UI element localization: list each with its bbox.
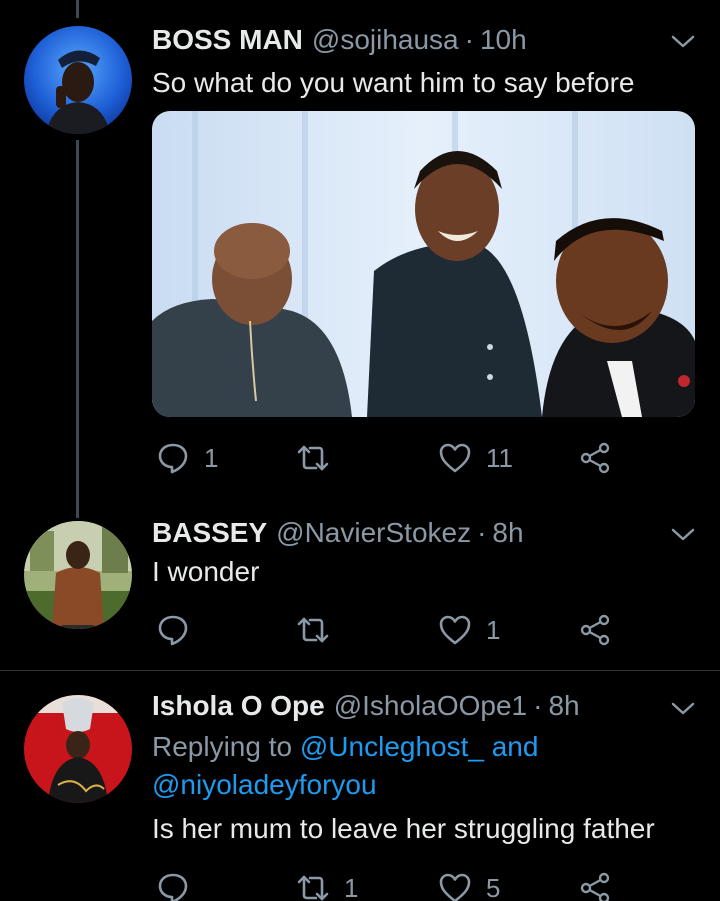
tweet-3-body: Ishola O Ope @IsholaOOpe1 · 8h Replying … — [152, 688, 700, 848]
reply-icon — [158, 873, 188, 901]
reply-button[interactable] — [156, 610, 204, 650]
timestamp[interactable]: 10h — [480, 22, 527, 58]
separator-dot: · — [477, 517, 487, 548]
replying-to-label: Replying to — [152, 731, 293, 762]
retweet-button[interactable]: 1 — [296, 868, 358, 901]
replying-and-link[interactable]: and — [492, 731, 539, 762]
display-name[interactable]: BOSS MAN — [152, 22, 303, 58]
tweet-2-actions: 1 — [152, 610, 622, 650]
reply-count: 1 — [204, 442, 219, 473]
mention-link[interactable]: @Uncleghost_ — [300, 731, 484, 762]
like-count: 5 — [486, 872, 501, 901]
separator-dot: · — [464, 24, 474, 55]
like-button[interactable]: 1 — [438, 610, 500, 650]
like-button[interactable]: 5 — [438, 868, 500, 901]
like-icon — [439, 615, 471, 645]
chevron-down-icon[interactable] — [668, 519, 698, 549]
like-button[interactable]: 11 — [438, 438, 513, 478]
avatar-bassey[interactable] — [24, 521, 132, 629]
reply-button[interactable] — [156, 868, 204, 901]
like-icon — [439, 443, 471, 473]
tweet-text: I wonder — [152, 556, 260, 587]
user-handle[interactable]: @IsholaOOpe1 — [334, 688, 527, 724]
like-icon — [439, 873, 471, 901]
reply-button[interactable]: 1 — [156, 438, 218, 478]
share-button[interactable] — [578, 610, 612, 650]
tweet-media-image[interactable] — [152, 111, 695, 417]
display-name[interactable]: Ishola O Ope — [152, 688, 325, 724]
share-icon — [580, 614, 610, 646]
tweet-2-header: BASSEY @NavierStokez · 8h — [152, 515, 700, 551]
timestamp[interactable]: 8h — [492, 515, 523, 551]
chevron-down-icon[interactable] — [668, 693, 698, 723]
retweet-icon — [297, 445, 329, 471]
share-button[interactable] — [578, 438, 612, 478]
retweet-icon — [297, 875, 329, 901]
chevron-down-icon[interactable] — [668, 26, 698, 56]
retweet-button[interactable] — [296, 438, 344, 478]
tweet-1-header: BOSS MAN @sojihausa · 10h — [152, 22, 700, 58]
retweet-icon — [297, 617, 329, 643]
mention-link[interactable]: @niyoladeyforyou — [152, 769, 377, 800]
tweet-text: Is her mum to leave her struggling fathe… — [152, 813, 655, 844]
separator-dot: · — [533, 690, 543, 721]
retweet-button[interactable] — [296, 610, 344, 650]
tweet-3-header: Ishola O Ope @IsholaOOpe1 · 8h — [152, 688, 700, 724]
tweet-3-actions: 1 5 — [152, 868, 622, 901]
avatar-ishola[interactable] — [24, 695, 132, 803]
replying-to: Replying to @Uncleghost_ and @niyoladeyf… — [152, 728, 700, 804]
share-icon — [580, 442, 610, 474]
share-button[interactable] — [578, 868, 612, 901]
reply-icon — [158, 443, 188, 474]
user-handle[interactable]: @NavierStokez — [276, 515, 471, 551]
avatar-boss-man[interactable] — [24, 26, 132, 134]
retweet-count: 1 — [344, 872, 359, 901]
tweet-2[interactable]: BASSEY @NavierStokez · 8h I wonder 1 — [0, 505, 720, 670]
user-handle[interactable]: @sojihausa — [312, 22, 459, 58]
tweet-3[interactable]: Ishola O Ope @IsholaOOpe1 · 8h Replying … — [0, 671, 720, 901]
like-count: 11 — [486, 442, 513, 473]
timestamp[interactable]: 8h — [548, 688, 579, 724]
share-icon — [580, 872, 610, 901]
tweet-1[interactable]: BOSS MAN @sojihausa · 10h So what do you… — [0, 0, 720, 505]
tweet-text: So what do you want him to say before — [152, 67, 635, 98]
reply-icon — [158, 615, 188, 646]
display-name[interactable]: BASSEY — [152, 515, 267, 551]
tweet-2-body: BASSEY @NavierStokez · 8h I wonder — [152, 515, 700, 591]
tweet-1-actions: 1 11 — [152, 438, 622, 478]
like-count: 1 — [486, 614, 501, 645]
tweet-1-body: BOSS MAN @sojihausa · 10h So what do you… — [152, 22, 700, 102]
